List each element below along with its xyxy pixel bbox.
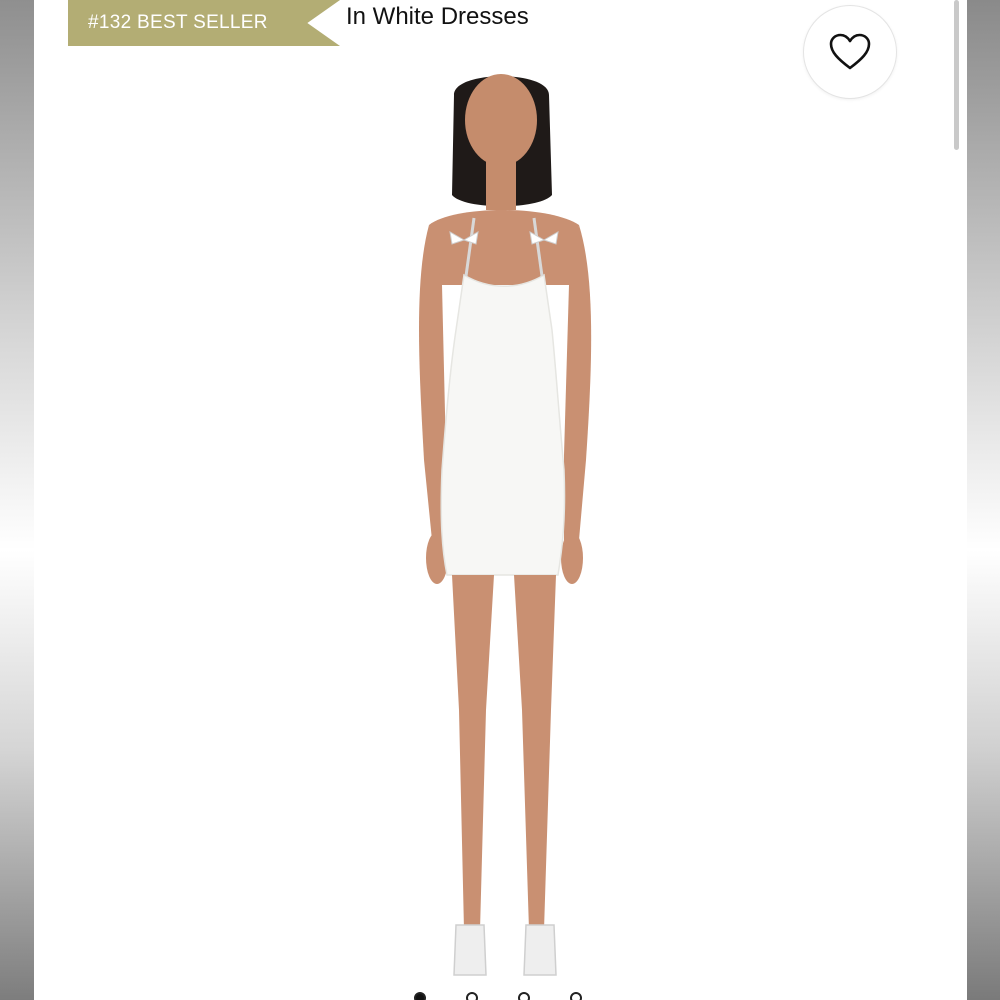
left-blurred-edge xyxy=(0,0,34,1000)
product-page: #132 BEST SELLER In White Dresses xyxy=(34,0,967,1000)
carousel-dot[interactable] xyxy=(414,992,426,1000)
category-link[interactable]: In White Dresses xyxy=(346,3,529,31)
scrollbar[interactable] xyxy=(954,0,959,150)
carousel-dot[interactable] xyxy=(570,992,582,1000)
product-photo[interactable] xyxy=(334,70,674,1000)
right-blurred-edge xyxy=(967,0,1000,1000)
best-seller-badge: #132 BEST SELLER xyxy=(68,0,340,46)
heart-icon xyxy=(829,33,871,70)
carousel-dot[interactable] xyxy=(518,992,530,1000)
favorite-button[interactable] xyxy=(803,5,897,99)
image-carousel-dots xyxy=(414,992,582,1000)
carousel-dot[interactable] xyxy=(466,992,478,1000)
screenshot-frame: #132 BEST SELLER In White Dresses xyxy=(0,0,1000,1000)
